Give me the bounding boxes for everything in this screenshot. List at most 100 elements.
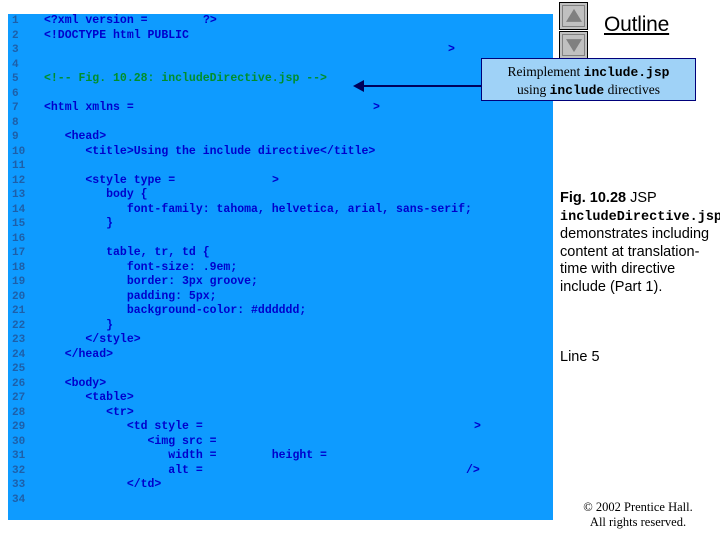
line-number: 8 [12,116,19,129]
line-number: 18 [12,261,26,274]
code-text: border: 3px groove; [44,275,258,288]
code-line: 15 } [8,217,553,232]
code-line: 6 [8,87,553,102]
line-number: 21 [12,305,26,317]
code-text: font-size: .9em; [44,260,238,274]
triangle-up-icon [565,8,582,22]
line-number: 14 [12,203,26,216]
callout-line-1-code: include.jsp [583,65,670,80]
line-number: 34 [12,493,26,506]
callout-annotation: Reimplement include.jsp using include di… [481,58,696,101]
description-text-2: demonstrates including content at transl… [560,226,710,295]
code-line: 8 [8,116,553,131]
line-number: 25 [12,363,26,375]
line-number: 20 [12,290,26,303]
line-number: 2 [12,29,19,42]
line-number: 26 [12,377,26,390]
line-number: 3 [12,44,19,56]
callout-line-2-prefix: using [516,82,550,97]
code-line: 22 } [8,319,553,334]
code-line: 29 <td style = > [8,420,553,435]
copyright-line-1: © 2002 Prentice Hall. [583,500,693,514]
line-number: 7 [12,102,19,114]
callout-line-1-prefix: Reimplement [507,64,584,79]
scroll-down-button[interactable] [559,31,588,59]
arrow-left-icon [353,80,364,92]
code-line: 14 font-family: tahoma, helvetica, arial… [8,203,553,218]
code-line: 27 <table> [8,391,553,406]
code-text: <html xmlns = [44,101,134,114]
scroll-up-button[interactable] [559,2,588,30]
code-text-tail: > [474,420,481,433]
line-number: 5 [12,73,19,85]
line-number: 16 [12,232,26,245]
code-text: font-family: tahoma, helvetica, arial, s… [44,202,472,216]
code-text: <!DOCTYPE html PUBLIC [44,28,189,42]
code-text-tail: /> [466,463,480,477]
line-number: 10 [12,145,26,158]
figure-description: Fig. 10.28 JSP includeDirective.jsp demo… [560,190,720,296]
code-listing-panel: 1 <?xml version = ?> 2 <!DOCTYPE html PUBLIC… [8,14,553,520]
code-text: </head> [44,347,114,361]
scrollbar[interactable] [559,2,590,60]
line-number: 17 [12,247,26,259]
code-text: body { [44,188,148,201]
line-number: 1 [12,15,19,27]
callout-connector-line [361,85,483,87]
code-text: <img src = [44,434,217,448]
code-line: 12 <style type = > [8,174,553,189]
line-number: 4 [12,58,19,71]
outline-heading: Outline [604,13,670,36]
code-text-tail: > [448,43,455,56]
line-number: 9 [12,131,19,143]
code-line: 25 [8,362,553,377]
code-text: <body> [44,376,107,390]
code-text: </td> [44,478,162,491]
code-line: 4 [8,58,553,73]
line-number: 28 [12,406,26,419]
code-text: table, tr, td { [44,246,210,259]
code-text: alt = [44,463,203,477]
code-line: 13 body { [8,188,553,203]
code-text: padding: 5px; [44,289,217,303]
line-reference: Line 5 [560,349,600,365]
code-text: <!-- Fig. 10.28: includeDirective.jsp --… [44,72,327,85]
copyright-footer: © 2002 Prentice Hall. All rights reserve… [560,500,716,529]
code-text-tail: > [272,173,279,187]
line-number: 29 [12,421,26,433]
line-number: 19 [12,276,26,288]
line-number: 31 [12,450,26,462]
line-number: 11 [12,160,26,172]
code-text: } [44,318,114,332]
description-code-1: includeDirective. [560,209,698,225]
code-line: 16 [8,232,553,247]
line-number: 22 [12,319,26,332]
code-text: <?xml version = [44,14,148,27]
code-text: <table> [44,391,134,404]
code-text: <head> [44,130,107,143]
code-line: 34 [8,493,553,508]
line-number: 12 [12,174,26,187]
code-text: </style> [44,333,141,346]
code-line: 7 <html xmlns = > [8,101,553,116]
code-line: 30 <img src = [8,435,553,450]
code-line: 21 background-color: #dddddd; [8,304,553,319]
code-line: 9 <head> [8,130,553,145]
copyright-line-2: All rights reserved. [589,514,687,529]
code-line: 3 > [8,43,553,58]
callout-line-2-code: include [549,83,605,98]
code-line: 32 alt = /> [8,464,553,479]
code-line: 33 </td> [8,478,553,493]
code-text: <style type = [44,173,176,187]
line-number: 27 [12,392,26,404]
code-text: width = height = [44,449,327,462]
code-line: 2 <!DOCTYPE html PUBLIC [8,29,553,44]
code-text: <td style = [44,420,203,433]
code-line: 17 table, tr, td { [8,246,553,261]
code-line: 19 border: 3px groove; [8,275,553,290]
code-text-tail: > [373,101,380,114]
figure-label: Fig. 10.28 [560,190,627,206]
line-number: 30 [12,435,26,448]
code-line: 26 <body> [8,377,553,392]
code-text: background-color: #dddddd; [44,304,307,317]
